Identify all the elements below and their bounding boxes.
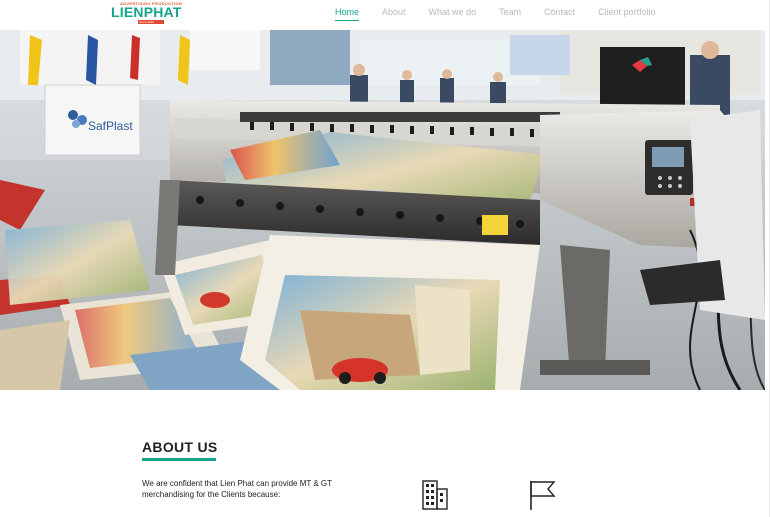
logo-subtitle: Since 2002 bbox=[139, 20, 155, 24]
nav-client-portfolio[interactable]: Client portfolio bbox=[598, 7, 656, 21]
nav-home[interactable]: Home bbox=[335, 7, 360, 21]
nav-team[interactable]: Team bbox=[499, 7, 521, 21]
nav-about[interactable]: About bbox=[382, 7, 406, 21]
main-nav: Home About What we do Team Contact Clien… bbox=[335, 7, 679, 21]
about-title: ABOUT US bbox=[142, 439, 218, 455]
site-header: ADVERTISING PRODUCTION LIENPHAT Since 20… bbox=[0, 0, 769, 30]
about-title-underline bbox=[142, 458, 216, 461]
logo-name: LIENPHAT bbox=[111, 4, 182, 20]
building-icon bbox=[422, 480, 448, 510]
about-section: ABOUT US We are confident that Lien Phat… bbox=[0, 390, 769, 517]
printer-illustration: SafPlast bbox=[0, 30, 765, 390]
page: ADVERTISING PRODUCTION LIENPHAT Since 20… bbox=[0, 0, 770, 517]
nav-contact[interactable]: Contact bbox=[544, 7, 575, 21]
site-logo[interactable]: ADVERTISING PRODUCTION LIENPHAT Since 20… bbox=[108, 1, 188, 25]
hero-image: SafPlast bbox=[0, 30, 765, 390]
about-text: We are confident that Lien Phat can prov… bbox=[142, 479, 332, 499]
flag-icon bbox=[530, 481, 556, 510]
booth-sign: SafPlast bbox=[88, 119, 133, 133]
nav-what-we-do[interactable]: What we do bbox=[429, 7, 477, 21]
